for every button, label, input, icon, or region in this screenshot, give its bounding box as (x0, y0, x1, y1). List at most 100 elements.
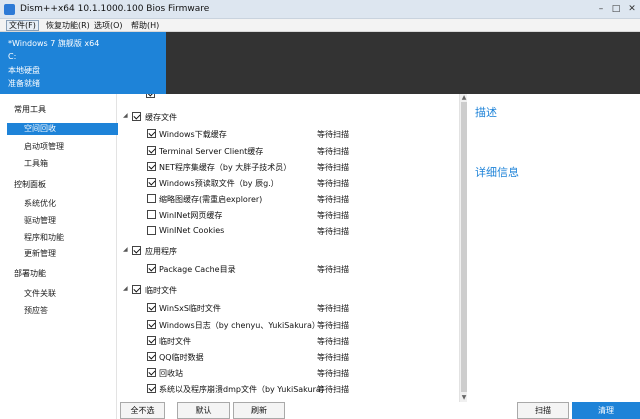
tree-item-label: Windows下载缓存 (159, 130, 227, 139)
tree-row[interactable]: 系统以及程序崩溃dmp文件（by YukiSakura） 等待扫描 (118, 383, 448, 395)
tree-item-label: Package Cache目录 (159, 265, 236, 274)
tree-row[interactable]: WinINet网页缓存 等待扫描 (118, 209, 448, 221)
sidebar-item-toolbox[interactable]: 工具箱 (24, 158, 48, 169)
image-drive: C: (8, 52, 17, 61)
menu-recovery[interactable]: 恢复功能(R) (44, 20, 92, 31)
menu-help[interactable]: 帮助(H) (129, 20, 161, 31)
tree-row[interactable]: 临时文件 等待扫描 (118, 335, 448, 347)
image-status: 准备就绪 (8, 79, 40, 88)
checkbox[interactable] (147, 336, 156, 345)
tree-item-label: WinINet Cookies (159, 226, 225, 235)
checkbox[interactable] (132, 112, 141, 121)
sidebar-item-system-optimize[interactable]: 系统优化 (24, 198, 56, 209)
sidebar-item-unattend[interactable]: 预应答 (24, 305, 48, 316)
checkbox[interactable] (147, 162, 156, 171)
tree-row[interactable]: WinSxS临时文件 等待扫描 (118, 302, 448, 314)
checkbox[interactable] (132, 246, 141, 255)
tree-row[interactable]: Windows预读取文件（by 辰g.） 等待扫描 (118, 177, 448, 189)
tree-row[interactable]: QQ临时数据 等待扫描 (118, 351, 448, 363)
tree-group-applications[interactable]: ◢ 应用程序 (118, 245, 448, 257)
title-bar: Dism++x64 10.1.1000.100 Bios Firmware – … (0, 0, 640, 19)
tree-item-label: 临时文件 (159, 337, 191, 346)
clean-button[interactable]: 清理 (572, 402, 640, 419)
sidebar-item-space-cleanup[interactable]: 空间回收 (7, 123, 118, 135)
app-icon (4, 4, 15, 15)
checkbox[interactable] (147, 320, 156, 329)
checkbox[interactable] (147, 368, 156, 377)
checkbox[interactable] (147, 303, 156, 312)
tree-row[interactable]: Windows日志（by chenyu、YukiSakura） 等待扫描 (118, 319, 448, 331)
expander-icon[interactable]: ◢ (123, 246, 128, 253)
tree-group-temp-files[interactable]: ◢ 临时文件 (118, 284, 448, 296)
cleanup-tree: ◢ 缓存文件 Windows下载缓存 等待扫描 Terminal Server … (118, 94, 459, 402)
refresh-button[interactable]: 刷新 (233, 402, 285, 419)
checkbox[interactable] (147, 264, 156, 273)
tree-item-label: 系统以及程序崩溃dmp文件（by YukiSakura） (159, 385, 329, 394)
scan-status: 等待扫描 (317, 195, 349, 204)
tree-group-cache-files[interactable]: ◢ 缓存文件 (118, 111, 448, 123)
scan-status: 等待扫描 (317, 304, 349, 313)
sidebar-item-file-association[interactable]: 文件关联 (24, 288, 56, 299)
tree-group-label: 应用程序 (145, 247, 177, 256)
checkbox[interactable] (147, 384, 156, 393)
checkbox[interactable] (147, 194, 156, 203)
maximize-button[interactable]: □ (610, 3, 622, 15)
tree-item-label: WinINet网页缓存 (159, 211, 223, 220)
tree-item-label: WinSxS临时文件 (159, 304, 221, 313)
minimize-button[interactable]: – (595, 3, 607, 15)
tree-row[interactable]: Windows下载缓存 等待扫描 (118, 128, 448, 140)
sidebar-item-startup-manager[interactable]: 启动项管理 (24, 141, 64, 152)
description-heading: 描述 (475, 106, 497, 119)
expander-icon[interactable]: ◢ (123, 112, 128, 119)
tree-row[interactable]: 缩略图缓存(需重启explorer) 等待扫描 (118, 193, 448, 205)
tree-item-label: Terminal Server Client缓存 (159, 147, 264, 156)
tree-row[interactable]: Terminal Server Client缓存 等待扫描 (118, 145, 448, 157)
tree-item-label: 回收站 (159, 369, 183, 378)
tree-row[interactable]: 回收站 等待扫描 (118, 367, 448, 379)
scan-button[interactable]: 扫描 (517, 402, 569, 419)
content-scrollbar[interactable]: ▲ ▼ (459, 94, 467, 402)
checkbox[interactable] (147, 352, 156, 361)
sidebar-item-driver-manager[interactable]: 驱动管理 (24, 215, 56, 226)
detail-panel: 描述 详细信息 (467, 94, 640, 402)
checkbox[interactable] (132, 285, 141, 294)
sidebar-item-programs-features[interactable]: 程序和功能 (24, 232, 64, 243)
checkbox[interactable] (147, 210, 156, 219)
image-disk-type: 本地硬盘 (8, 66, 40, 75)
sidebar-group-control-panel: 控制面板 (14, 180, 46, 189)
select-none-button[interactable]: 全不选 (120, 402, 165, 419)
expander-icon[interactable]: ◢ (123, 285, 128, 292)
sidebar: 常用工具 空间回收 启动项管理 工具箱 控制面板 系统优化 驱动管理 程序和功能… (0, 94, 118, 419)
menu-options[interactable]: 选项(O) (92, 20, 125, 31)
tree-row[interactable]: WinINet Cookies 等待扫描 (118, 225, 448, 237)
scan-status: 等待扫描 (317, 353, 349, 362)
tree-item-label: Windows日志（by chenyu、YukiSakura） (159, 321, 320, 330)
tree-group-label: 临时文件 (145, 286, 177, 295)
tree-row[interactable]: NET程序集缓存（by 大胖子技术员） 等待扫描 (118, 161, 448, 173)
window-title: Dism++x64 10.1.1000.100 Bios Firmware (20, 4, 210, 14)
checkbox[interactable] (147, 129, 156, 138)
tree-row[interactable]: Package Cache目录 等待扫描 (118, 263, 448, 275)
checkbox-partial-top[interactable] (146, 94, 155, 98)
image-session-bar: *Windows 7 旗舰版 x64 C: 本地硬盘 准备就绪 (0, 32, 640, 94)
sidebar-item-update-manager[interactable]: 更新管理 (24, 248, 56, 259)
default-button[interactable]: 默认 (177, 402, 230, 419)
scan-status: 等待扫描 (317, 163, 349, 172)
menu-file[interactable]: 文件(F) (6, 20, 39, 31)
tree-item-label: QQ临时数据 (159, 353, 204, 362)
close-button[interactable]: ✕ (626, 3, 638, 15)
scan-status: 等待扫描 (317, 369, 349, 378)
scan-status: 等待扫描 (317, 130, 349, 139)
details-heading: 详细信息 (475, 166, 519, 179)
checkbox[interactable] (147, 178, 156, 187)
tree-item-label: NET程序集缓存（by 大胖子技术员） (159, 163, 292, 172)
tree-group-label: 缓存文件 (145, 113, 177, 122)
checkbox[interactable] (147, 226, 156, 235)
scan-status: 等待扫描 (317, 265, 349, 274)
scan-status: 等待扫描 (317, 227, 349, 236)
current-image-card[interactable]: *Windows 7 旗舰版 x64 C: 本地硬盘 准备就绪 (0, 32, 166, 94)
image-name: *Windows 7 旗舰版 x64 (8, 39, 100, 48)
scan-status: 等待扫描 (317, 337, 349, 346)
checkbox[interactable] (147, 146, 156, 155)
scan-status: 等待扫描 (317, 179, 349, 188)
